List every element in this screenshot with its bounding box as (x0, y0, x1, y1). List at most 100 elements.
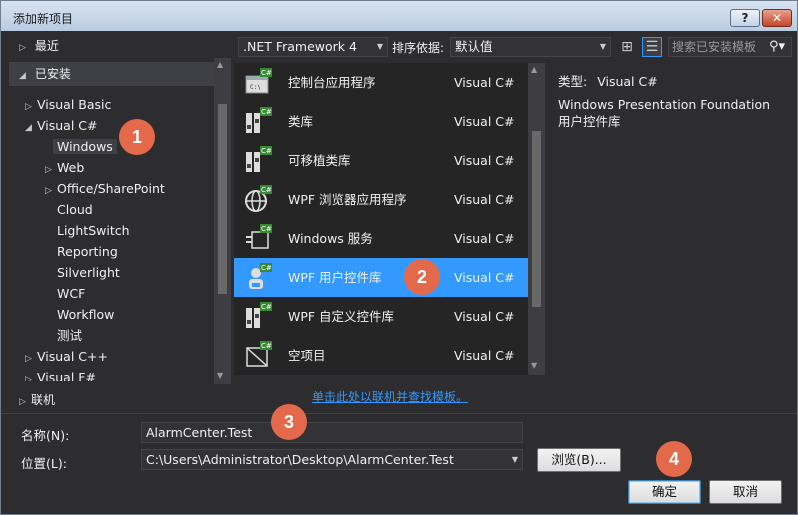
tree-item-visual-basic[interactable]: ▷ Visual Basic (25, 94, 111, 115)
portable-library-icon: C# (246, 146, 272, 172)
scroll-thumb[interactable] (218, 104, 227, 294)
window-title: 添加新项目 (13, 12, 74, 26)
template-item[interactable]: C# 空项目 Visual C# (234, 336, 528, 375)
template-item-selected[interactable]: C# WPF 用户控件库 Visual C# (234, 258, 528, 297)
cancel-button[interactable]: 取消 (709, 480, 782, 504)
wpf-user-control-library-icon: C# (249, 263, 272, 289)
tree-node-online[interactable]: ▷ 联机 (19, 390, 55, 411)
template-list-scrollbar[interactable]: ▲ ▼ (528, 63, 545, 375)
detail-type: 类型: Visual C# (558, 71, 658, 90)
sort-label: 排序依据: (392, 41, 445, 55)
tree-item-visual-csharp[interactable]: ◢ Visual C# (25, 115, 98, 136)
tree-item-windows[interactable]: Windows (53, 136, 117, 157)
template-item[interactable]: C# 类库 Visual C# (234, 102, 528, 141)
expand-arrow-icon: ▷ (19, 397, 26, 407)
chevron-down-icon: ▼ (376, 42, 383, 51)
empty-project-icon: C# (246, 341, 272, 367)
location-value: C:\Users\Administrator\Desktop\AlarmCent… (146, 452, 454, 467)
search-icon[interactable]: ⚲▾ (769, 38, 785, 56)
template-details: 类型: Visual C# Windows Presentation Found… (551, 63, 791, 375)
callout-badge-3: 3 (271, 404, 307, 440)
tree-item-lightswitch[interactable]: LightSwitch (57, 220, 130, 241)
name-input[interactable]: AlarmCenter.Test (141, 422, 523, 443)
tree-item-test[interactable]: 测试 (57, 325, 82, 346)
template-language: Visual C# (454, 231, 515, 246)
scroll-down-icon[interactable]: ▼ (531, 361, 537, 370)
template-name: WPF 用户控件库 (288, 270, 382, 285)
collapse-arrow-icon: ◢ (25, 123, 32, 133)
tree-item-web[interactable]: ▷ Web (45, 157, 84, 178)
tree-node-installed[interactable]: ◢ 已安装 (9, 62, 231, 86)
location-label: 位置(L): (21, 456, 67, 471)
tree-item-visual-fsharp[interactable]: ▷ Visual F# (25, 367, 96, 381)
chevron-down-icon[interactable]: ▼ (512, 450, 518, 469)
sort-dropdown[interactable]: 默认值 ▼ (450, 37, 611, 57)
template-item[interactable]: C# Windows 服务 Visual C# (234, 219, 528, 258)
tree-item-cloud[interactable]: Cloud (57, 199, 93, 220)
name-value: AlarmCenter.Test (146, 425, 253, 440)
tree-label-recent: 最近 (34, 39, 59, 53)
tree-item-label: Web (57, 160, 85, 175)
expand-arrow-icon: ▷ (45, 186, 52, 196)
template-name: Windows 服务 (288, 231, 373, 246)
template-language: Visual C# (454, 348, 515, 363)
scroll-thumb[interactable] (532, 131, 541, 307)
template-item[interactable]: C# WPF 自定义控件库 Visual C# (234, 297, 528, 336)
svg-text:C#: C# (261, 264, 272, 272)
template-list: C:\ C# 控制台应用程序 Visual C# C# 类库 Visual C#… (234, 63, 545, 375)
help-button[interactable]: ? (730, 9, 760, 27)
tree-label-online: 联机 (31, 393, 56, 407)
template-item[interactable]: C# 可移植类库 Visual C# (234, 141, 528, 180)
template-language: Visual C# (454, 153, 515, 168)
framework-dropdown[interactable]: .NET Framework 4 ▼ (238, 37, 388, 57)
tree-item-wcf[interactable]: WCF (57, 283, 85, 304)
browse-button[interactable]: 浏览(B)... (537, 448, 621, 472)
tree-item-visual-cpp[interactable]: ▷ Visual C++ (25, 346, 108, 367)
template-name: 控制台应用程序 (288, 75, 376, 90)
tree-item-label-selected: Windows (53, 139, 117, 154)
close-button[interactable]: ✕ (762, 9, 792, 27)
template-name: 类库 (288, 114, 314, 129)
svg-text:C#: C# (261, 147, 272, 155)
svg-text:C#: C# (261, 342, 272, 350)
tree-item-label: Visual C# (37, 118, 98, 133)
template-language: Visual C# (454, 270, 515, 285)
chevron-down-icon: ▼ (599, 42, 606, 51)
template-name: WPF 浏览器应用程序 (288, 192, 407, 207)
template-name: 空项目 (288, 348, 326, 363)
tree-item-label: Visual Basic (37, 97, 112, 112)
expand-arrow-icon: ▷ (25, 375, 32, 381)
location-input[interactable]: C:\Users\Administrator\Desktop\AlarmCent… (141, 449, 523, 470)
callout-badge-1: 1 (119, 119, 155, 155)
search-input[interactable]: 搜索已安装模板 ⚲▾ (668, 37, 792, 57)
list-view-icon[interactable]: ☰ (642, 37, 662, 57)
tree-item-workflow[interactable]: Workflow (57, 304, 114, 325)
scroll-up-icon[interactable]: ▲ (217, 60, 223, 69)
template-item[interactable]: C# WPF 浏览器应用程序 Visual C# (234, 180, 528, 219)
template-item[interactable]: C:\ C# 控制台应用程序 Visual C# (234, 63, 528, 102)
template-name: WPF 自定义控件库 (288, 309, 395, 324)
windows-service-icon: C# (246, 224, 272, 249)
tree-item-reporting[interactable]: Reporting (57, 241, 118, 262)
console-app-icon: C:\ C# (245, 68, 272, 94)
template-language: Visual C# (454, 192, 515, 207)
template-name: 可移植类库 (288, 153, 351, 168)
svg-text:C#: C# (261, 186, 272, 194)
title-bar: 添加新项目 ? ✕ (1, 1, 797, 31)
online-templates-link[interactable]: 单击此处以联机并查找模板。 (312, 388, 468, 405)
tree-node-recent[interactable]: ▷ 最近 (9, 34, 231, 58)
template-category-tree: ▷ 最近 ◢ 已安装 ▷ Visual Basic ◢ Visual C# Wind… (9, 32, 231, 386)
class-library-icon: C# (246, 107, 272, 133)
collapse-arrow-icon: ◢ (19, 71, 26, 81)
tree-item-office-sharepoint[interactable]: ▷ Office/SharePoint (45, 178, 165, 199)
callout-badge-2: 2 (404, 259, 440, 295)
tree-item-silverlight[interactable]: Silverlight (57, 262, 120, 283)
template-language: Visual C# (454, 309, 515, 324)
ok-button[interactable]: 确定 (628, 480, 701, 504)
scroll-down-icon[interactable]: ▼ (217, 371, 223, 380)
scroll-up-icon[interactable]: ▲ (531, 65, 537, 74)
template-language: Visual C# (454, 114, 515, 129)
detail-type-value: Visual C# (597, 74, 658, 89)
tree-scrollbar[interactable]: ▲ ▼ (214, 58, 231, 384)
grid-view-icon[interactable]: ⊞ (617, 37, 637, 57)
